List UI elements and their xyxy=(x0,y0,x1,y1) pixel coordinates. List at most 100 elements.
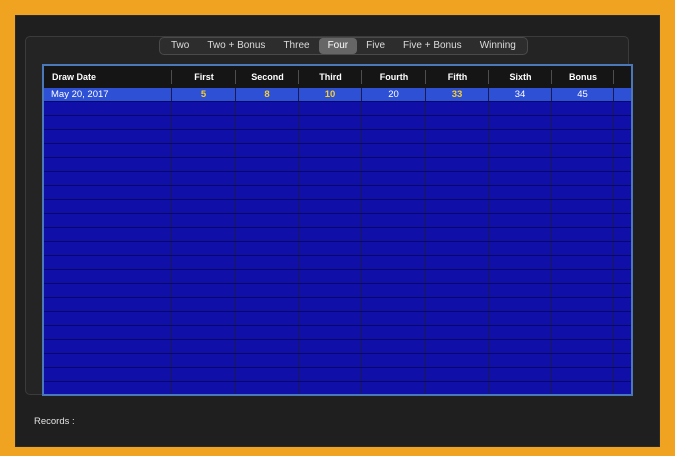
table-row-empty[interactable] xyxy=(44,186,631,200)
table-cell-empty xyxy=(489,382,552,394)
table-cell-empty xyxy=(426,158,489,171)
table-cell-empty xyxy=(362,326,426,339)
table-cell-empty xyxy=(489,172,552,185)
table-row-empty[interactable] xyxy=(44,200,631,214)
table-row[interactable]: May 20, 2017 5 8 10 20 33 34 45 xyxy=(44,88,631,102)
table-row-empty[interactable] xyxy=(44,172,631,186)
table-row-empty[interactable] xyxy=(44,130,631,144)
table-cell-empty xyxy=(552,382,614,394)
table-row-empty[interactable] xyxy=(44,242,631,256)
table-cell-empty xyxy=(489,242,552,255)
table-cell-empty xyxy=(299,186,362,199)
table-cell-empty xyxy=(552,354,614,367)
table-cell-empty xyxy=(172,284,236,297)
table-cell-empty xyxy=(489,116,552,129)
table-cell-empty xyxy=(236,284,299,297)
column-header-fifth[interactable]: Fifth xyxy=(426,66,489,88)
table-cell-empty xyxy=(426,200,489,213)
tab-three[interactable]: Three xyxy=(274,38,318,54)
table-cell-empty xyxy=(299,130,362,143)
table-cell-empty xyxy=(236,200,299,213)
table-cell-empty xyxy=(489,368,552,381)
table-cell-empty xyxy=(299,312,362,325)
table-row-empty[interactable] xyxy=(44,382,631,394)
tab-winning[interactable]: Winning xyxy=(471,38,525,54)
table-row-empty[interactable] xyxy=(44,116,631,130)
table-cell-empty xyxy=(552,326,614,339)
table-cell-empty xyxy=(489,312,552,325)
tab-four[interactable]: Four xyxy=(318,38,358,54)
table-cell-empty xyxy=(236,214,299,227)
table-cell-empty xyxy=(44,144,172,157)
tab-five[interactable]: Five xyxy=(357,38,394,54)
table-row-empty[interactable] xyxy=(44,144,631,158)
table-cell-empty xyxy=(172,298,236,311)
table-cell-empty xyxy=(362,214,426,227)
table-row-empty[interactable] xyxy=(44,284,631,298)
table-cell-empty xyxy=(362,158,426,171)
table-cell-empty xyxy=(172,158,236,171)
table-cell-empty xyxy=(552,144,614,157)
cell-filler xyxy=(614,116,631,129)
cell-fifth: 33 xyxy=(426,88,489,101)
table-row-empty[interactable] xyxy=(44,326,631,340)
table-row-empty[interactable] xyxy=(44,368,631,382)
column-header-bonus[interactable]: Bonus xyxy=(552,66,614,88)
table-cell-empty xyxy=(236,368,299,381)
table-row-empty[interactable] xyxy=(44,158,631,172)
column-header-third[interactable]: Third xyxy=(299,66,362,88)
column-header-fourth[interactable]: Fourth xyxy=(362,66,426,88)
cell-filler xyxy=(614,158,631,171)
cell-filler xyxy=(614,298,631,311)
table-cell-empty xyxy=(44,368,172,381)
table-cell-empty xyxy=(172,382,236,394)
cell-third: 10 xyxy=(299,88,362,101)
table-cell-empty xyxy=(552,186,614,199)
table-row-empty[interactable] xyxy=(44,256,631,270)
table-cell-empty xyxy=(362,382,426,394)
table-cell-empty xyxy=(552,242,614,255)
column-header-draw-date[interactable]: Draw Date xyxy=(44,66,172,88)
table-cell-empty xyxy=(362,270,426,283)
draw-results-table[interactable]: Draw Date First Second Third Fourth Fift… xyxy=(42,64,633,396)
cell-second: 8 xyxy=(236,88,299,101)
table-cell-empty xyxy=(362,102,426,115)
table-cell-empty xyxy=(489,326,552,339)
table-cell-empty xyxy=(172,326,236,339)
column-header-sixth[interactable]: Sixth xyxy=(489,66,552,88)
table-cell-empty xyxy=(299,256,362,269)
table-row-empty[interactable] xyxy=(44,340,631,354)
table-cell-empty xyxy=(489,340,552,353)
table-row-empty[interactable] xyxy=(44,102,631,116)
table-row-empty[interactable] xyxy=(44,214,631,228)
table-header: Draw Date First Second Third Fourth Fift… xyxy=(44,66,631,88)
table-cell-empty xyxy=(489,144,552,157)
table-cell-empty xyxy=(172,116,236,129)
table-cell-empty xyxy=(236,172,299,185)
table-cell-empty xyxy=(362,354,426,367)
table-row-empty[interactable] xyxy=(44,270,631,284)
table-row-empty[interactable] xyxy=(44,354,631,368)
cell-filler xyxy=(614,312,631,325)
tab-five-bonus[interactable]: Five + Bonus xyxy=(394,38,471,54)
table-cell-empty xyxy=(299,172,362,185)
table-row-empty[interactable] xyxy=(44,298,631,312)
table-cell-empty xyxy=(236,340,299,353)
table-cell-empty xyxy=(44,242,172,255)
cell-filler xyxy=(614,130,631,143)
table-cell-empty xyxy=(362,284,426,297)
table-cell-empty xyxy=(299,270,362,283)
table-cell-empty xyxy=(426,228,489,241)
table-cell-empty xyxy=(489,270,552,283)
cell-filler xyxy=(614,144,631,157)
table-cell-empty xyxy=(426,186,489,199)
table-cell-empty xyxy=(552,130,614,143)
table-cell-empty xyxy=(44,312,172,325)
table-row-empty[interactable] xyxy=(44,228,631,242)
table-row-empty[interactable] xyxy=(44,312,631,326)
tab-two-bonus[interactable]: Two + Bonus xyxy=(198,38,274,54)
column-header-second[interactable]: Second xyxy=(236,66,299,88)
tab-two[interactable]: Two xyxy=(162,38,198,54)
column-header-first[interactable]: First xyxy=(172,66,236,88)
table-cell-empty xyxy=(236,270,299,283)
